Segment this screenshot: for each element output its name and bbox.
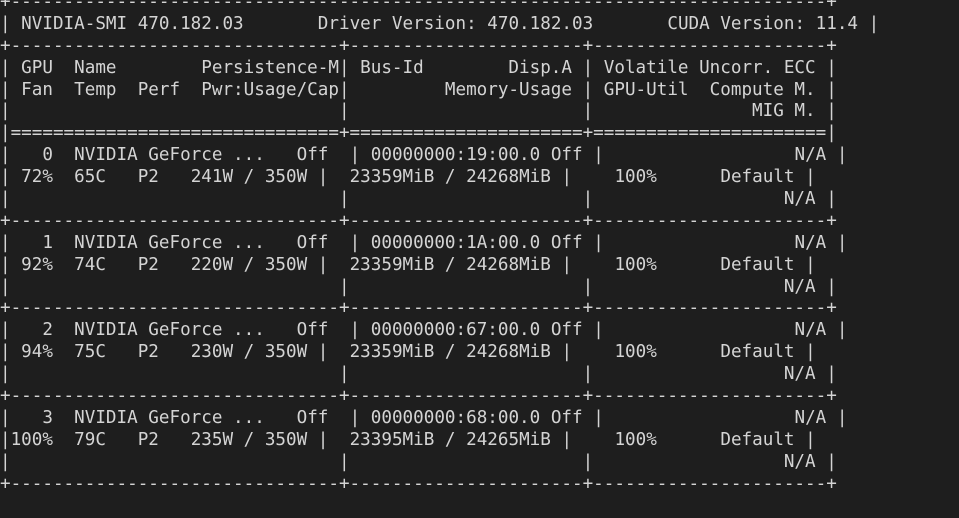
power-cap: 350W (264, 342, 308, 363)
power-cap: 350W (264, 167, 308, 188)
header-separator: |===============================+=======… (0, 123, 837, 144)
gpu-name: NVIDIA GeForce ... (74, 232, 265, 253)
gpu-name: NVIDIA GeForce ... (74, 320, 265, 341)
ecc-errors: N/A (783, 232, 827, 253)
gpu-util: 100% (614, 167, 657, 188)
column-header-3: | | | MIG M. | (0, 101, 837, 122)
mig-mode: N/A (773, 189, 816, 210)
smi-version: 470.182.03 (137, 13, 244, 34)
column-header-2: | Fan Temp Perf Pwr:Usage/Cap| Memory-Us… (0, 79, 837, 100)
memory-used: 23395MiB (349, 429, 435, 450)
gpu-name: NVIDIA GeForce ... (74, 407, 265, 428)
gpu-index: 1 (10, 232, 53, 253)
power-usage: 220W (190, 254, 234, 275)
gpu-row-0-line-3: | | | N/A | (0, 189, 837, 210)
gpu-util: 100% (614, 254, 657, 275)
ecc-errors: N/A (783, 145, 827, 166)
perf-state: P2 (137, 429, 159, 450)
persistence-mode: Off (264, 145, 329, 166)
persistence-mode: Off (264, 232, 329, 253)
power-cap: 350W (264, 254, 308, 275)
gpu-row-0-border: +-------------------------------+-------… (0, 210, 837, 231)
memory-used: 23359MiB (349, 167, 435, 188)
gpu-row-3-line-2: |100% 79C P2 235W / 350W | 23395MiB / 24… (0, 429, 816, 450)
temperature: 74C (74, 254, 106, 275)
column-header-line-1: | GPU Name Persistence-M| Bus-Id Disp.A … (0, 58, 879, 80)
temperature: 79C (74, 429, 106, 450)
gpu-index: 3 (10, 407, 53, 428)
power-usage: 230W (190, 342, 234, 363)
gpu-row-1-border: +-------------------------------+-------… (0, 298, 837, 319)
compute-mode: Default (720, 167, 795, 188)
terminal-window[interactable]: +---------------------------------------… (0, 0, 959, 518)
display-active: Off (550, 320, 583, 341)
cuda-version: 11.4 (815, 13, 859, 34)
column-header-line-3: | | | MIG M. | (0, 101, 879, 123)
gpu-row-1-line-2: | 92% 74C P2 220W / 350W | 23359MiB / 24… (0, 254, 816, 275)
display-active: Off (550, 145, 583, 166)
memory-total: 24268MiB (466, 342, 551, 363)
compute-mode: Default (720, 429, 795, 450)
nvidia-smi-output: +---------------------------------------… (0, 0, 879, 495)
gpu-row-3-border: +-------------------------------+-------… (0, 473, 837, 494)
memory-total: 24265MiB (466, 429, 551, 450)
temperature: 75C (74, 342, 106, 363)
gpu-name: NVIDIA GeForce ... (74, 145, 265, 166)
perf-state: P2 (137, 167, 159, 188)
gpu-index: 2 (10, 320, 53, 341)
mig-mode: N/A (773, 276, 816, 297)
gpu-index: 0 (10, 145, 53, 166)
gpu-row-1-line-3: | | | N/A | (0, 276, 837, 297)
memory-used: 23359MiB (349, 342, 435, 363)
gpu-util: 100% (614, 342, 657, 363)
mig-mode: N/A (773, 364, 816, 385)
power-usage: 235W (190, 429, 234, 450)
memory-used: 23359MiB (349, 254, 435, 275)
gpu-row-2-line-3: | | | N/A | (0, 364, 837, 385)
gpu-row-1-line-1: | 1 NVIDIA GeForce ... Off | 00000000:1A… (0, 232, 848, 253)
table-split-border: +-------------------------------+-------… (0, 35, 837, 56)
power-usage: 241W (190, 167, 234, 188)
perf-state: P2 (137, 254, 159, 275)
gpu-row-3-line-3: | | | N/A | (0, 451, 837, 472)
fan-speed: 100% (10, 429, 53, 450)
driver-version: 470.182.03 (487, 13, 594, 34)
memory-total: 24268MiB (466, 167, 551, 188)
ecc-errors: N/A (783, 407, 827, 428)
bus-id: 00000000:68:00.0 (370, 407, 541, 428)
temperature: 65C (74, 167, 106, 188)
smi-header-line: | NVIDIA-SMI 470.182.03 Driver Version: … (0, 13, 880, 34)
fan-speed: 94% (10, 342, 53, 363)
gpu-row-0-line-1: | 0 NVIDIA GeForce ... Off | 00000000:19… (0, 145, 848, 166)
perf-state: P2 (137, 342, 159, 363)
persistence-mode: Off (264, 407, 329, 428)
compute-mode: Default (720, 254, 795, 275)
column-header-line-2: | Fan Temp Perf Pwr:Usage/Cap| Memory-Us… (0, 80, 879, 102)
display-active: Off (550, 232, 583, 253)
bus-id: 00000000:67:00.0 (370, 320, 541, 341)
ecc-errors: N/A (783, 320, 827, 341)
persistence-mode: Off (264, 320, 329, 341)
gpu-row-2-border: +-------------------------------+-------… (0, 386, 837, 407)
compute-mode: Default (720, 342, 795, 363)
mig-mode: N/A (773, 451, 816, 472)
power-cap: 350W (264, 429, 308, 450)
bus-id: 00000000:19:00.0 (370, 145, 541, 166)
table-top-border: +---------------------------------------… (0, 0, 837, 12)
bus-id: 00000000:1A:00.0 (370, 232, 541, 253)
memory-total: 24268MiB (466, 254, 551, 275)
gpu-row-2-line-1: | 2 NVIDIA GeForce ... Off | 00000000:67… (0, 320, 848, 341)
fan-speed: 72% (10, 167, 53, 188)
gpu-row-0-line-2: | 72% 65C P2 241W / 350W | 23359MiB / 24… (0, 167, 816, 188)
display-active: Off (550, 407, 583, 428)
gpu-row-3-line-1: | 3 NVIDIA GeForce ... Off | 00000000:68… (0, 407, 848, 428)
gpu-row-2-line-2: | 94% 75C P2 230W / 350W | 23359MiB / 24… (0, 342, 816, 363)
column-header-1: | GPU Name Persistence-M| Bus-Id Disp.A … (0, 57, 837, 78)
gpu-util: 100% (614, 429, 657, 450)
fan-speed: 92% (10, 254, 53, 275)
